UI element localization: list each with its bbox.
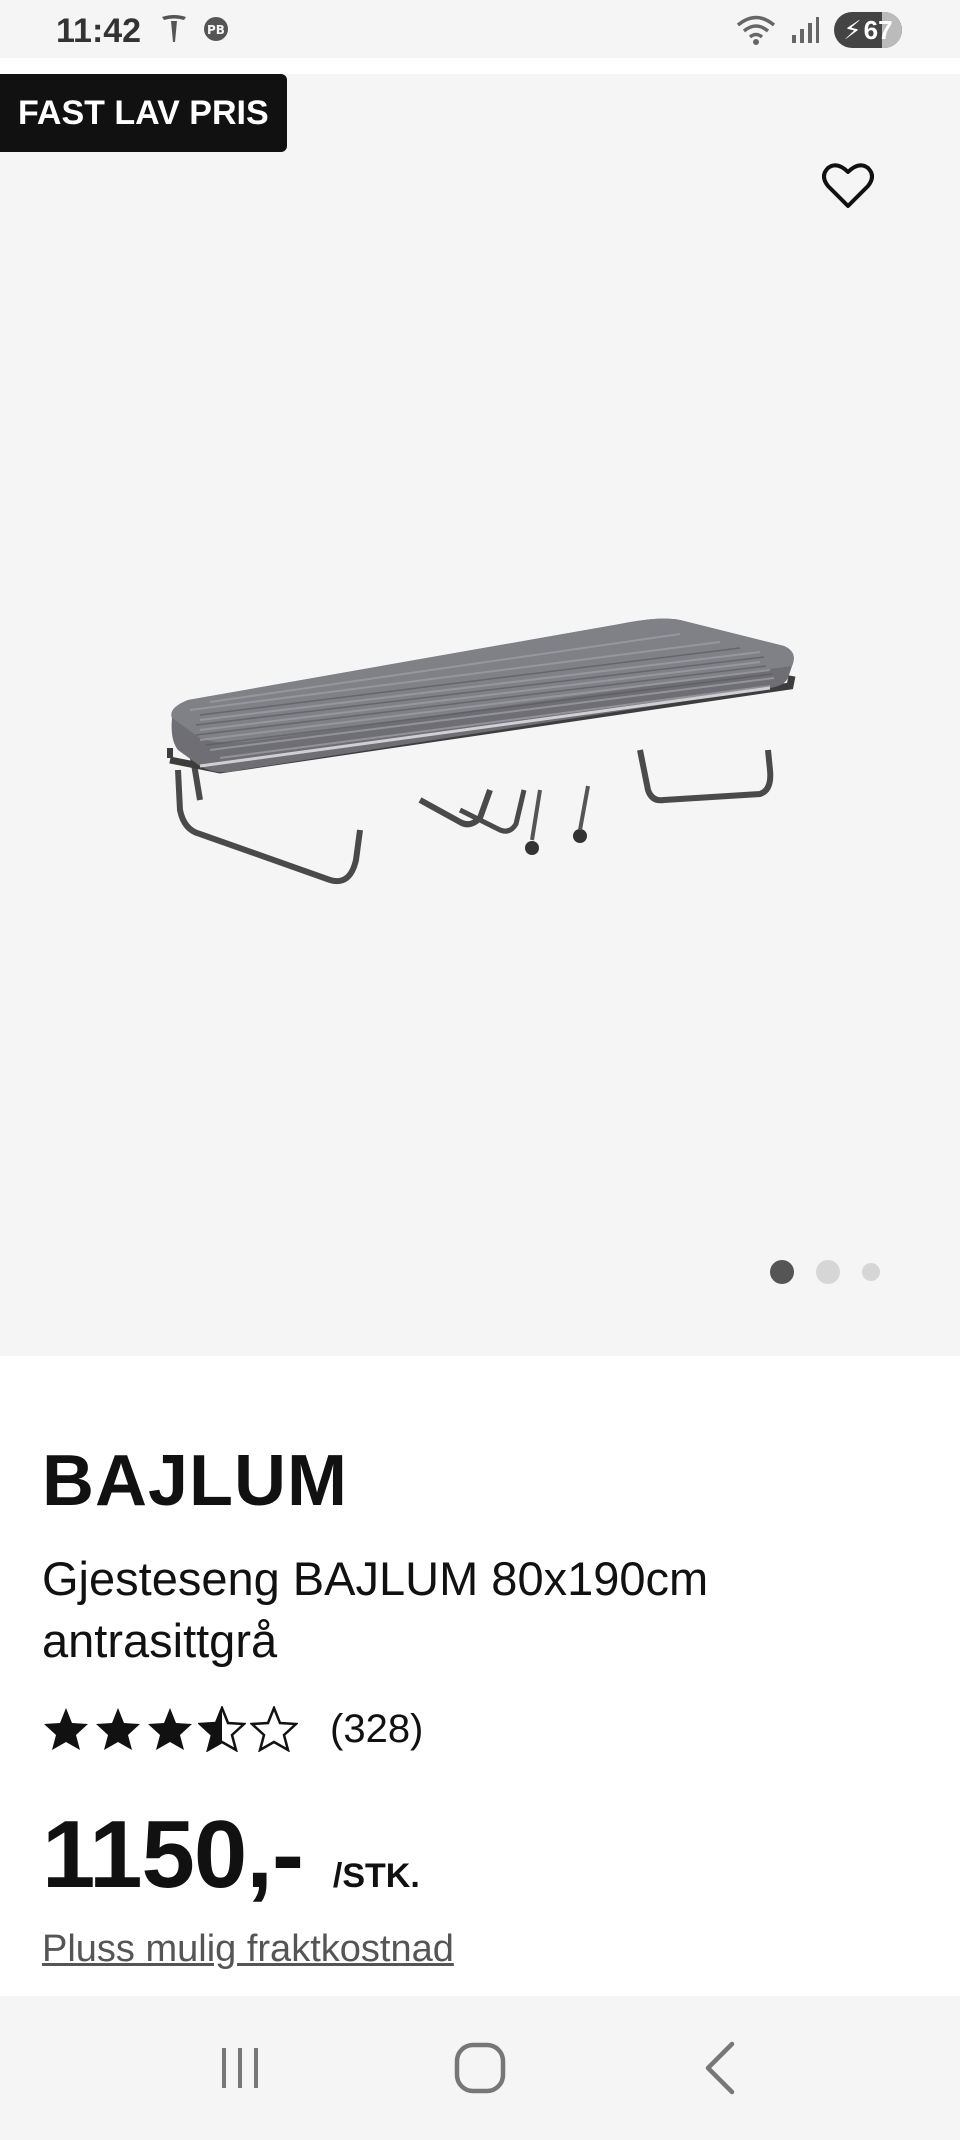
- carousel-dot-2[interactable]: [816, 1260, 840, 1284]
- star-full-icon: [44, 1708, 88, 1750]
- home-icon: [454, 2042, 506, 2094]
- status-left-icons: PB: [160, 14, 230, 44]
- carousel-indicators: [770, 1260, 880, 1284]
- product-subtitle: Gjesteseng BAJLUM 80x190cm antrasittgrå: [42, 1552, 709, 1667]
- tesla-icon: [162, 15, 186, 42]
- rating[interactable]: (328): [42, 1706, 423, 1752]
- pb-icon: PB: [204, 17, 228, 41]
- price-row: 1150,- /STK.: [42, 1800, 420, 1910]
- signal-icon: [792, 17, 819, 43]
- star-full-icon: [148, 1708, 192, 1750]
- folding-bed-image: [167, 618, 796, 884]
- shipping-cost-link[interactable]: Pluss mulig fraktkostnad: [42, 1928, 454, 1971]
- star-half-icon: [198, 1706, 246, 1752]
- battery-charging-icon: ⚡ 67: [834, 12, 902, 48]
- product-brand: BAJLUM: [42, 1441, 348, 1521]
- favorite-button[interactable]: [818, 156, 878, 216]
- price-badge: FAST LAV PRIS: [0, 74, 287, 152]
- status-time: 11:42: [56, 12, 142, 50]
- battery-level: 67: [863, 14, 893, 45]
- status-bar: 11:42 PB ⚡ 67: [0, 0, 960, 58]
- system-navigation-bar: [0, 1996, 960, 2140]
- carousel-dot-3[interactable]: [862, 1263, 880, 1281]
- wifi-icon: [736, 15, 776, 45]
- recent-apps-button[interactable]: [190, 2018, 290, 2118]
- price: 1150,-: [42, 1801, 304, 1908]
- recent-apps-icon: [222, 2048, 258, 2088]
- rating-count: (328): [330, 1706, 424, 1751]
- heart-icon: [822, 163, 874, 208]
- svg-text:PB: PB: [207, 23, 225, 37]
- status-right-icons: ⚡ 67: [736, 12, 902, 48]
- star-empty-icon: [250, 1706, 298, 1752]
- price-unit: /STK.: [332, 1857, 420, 1895]
- back-icon: [705, 2041, 735, 2095]
- star-full-icon: [96, 1708, 140, 1750]
- home-button[interactable]: [430, 2018, 530, 2118]
- status-gap: [0, 58, 960, 74]
- rating-stars: [42, 1706, 298, 1752]
- back-button[interactable]: [670, 2018, 770, 2118]
- carousel-dot-1[interactable]: [770, 1260, 794, 1284]
